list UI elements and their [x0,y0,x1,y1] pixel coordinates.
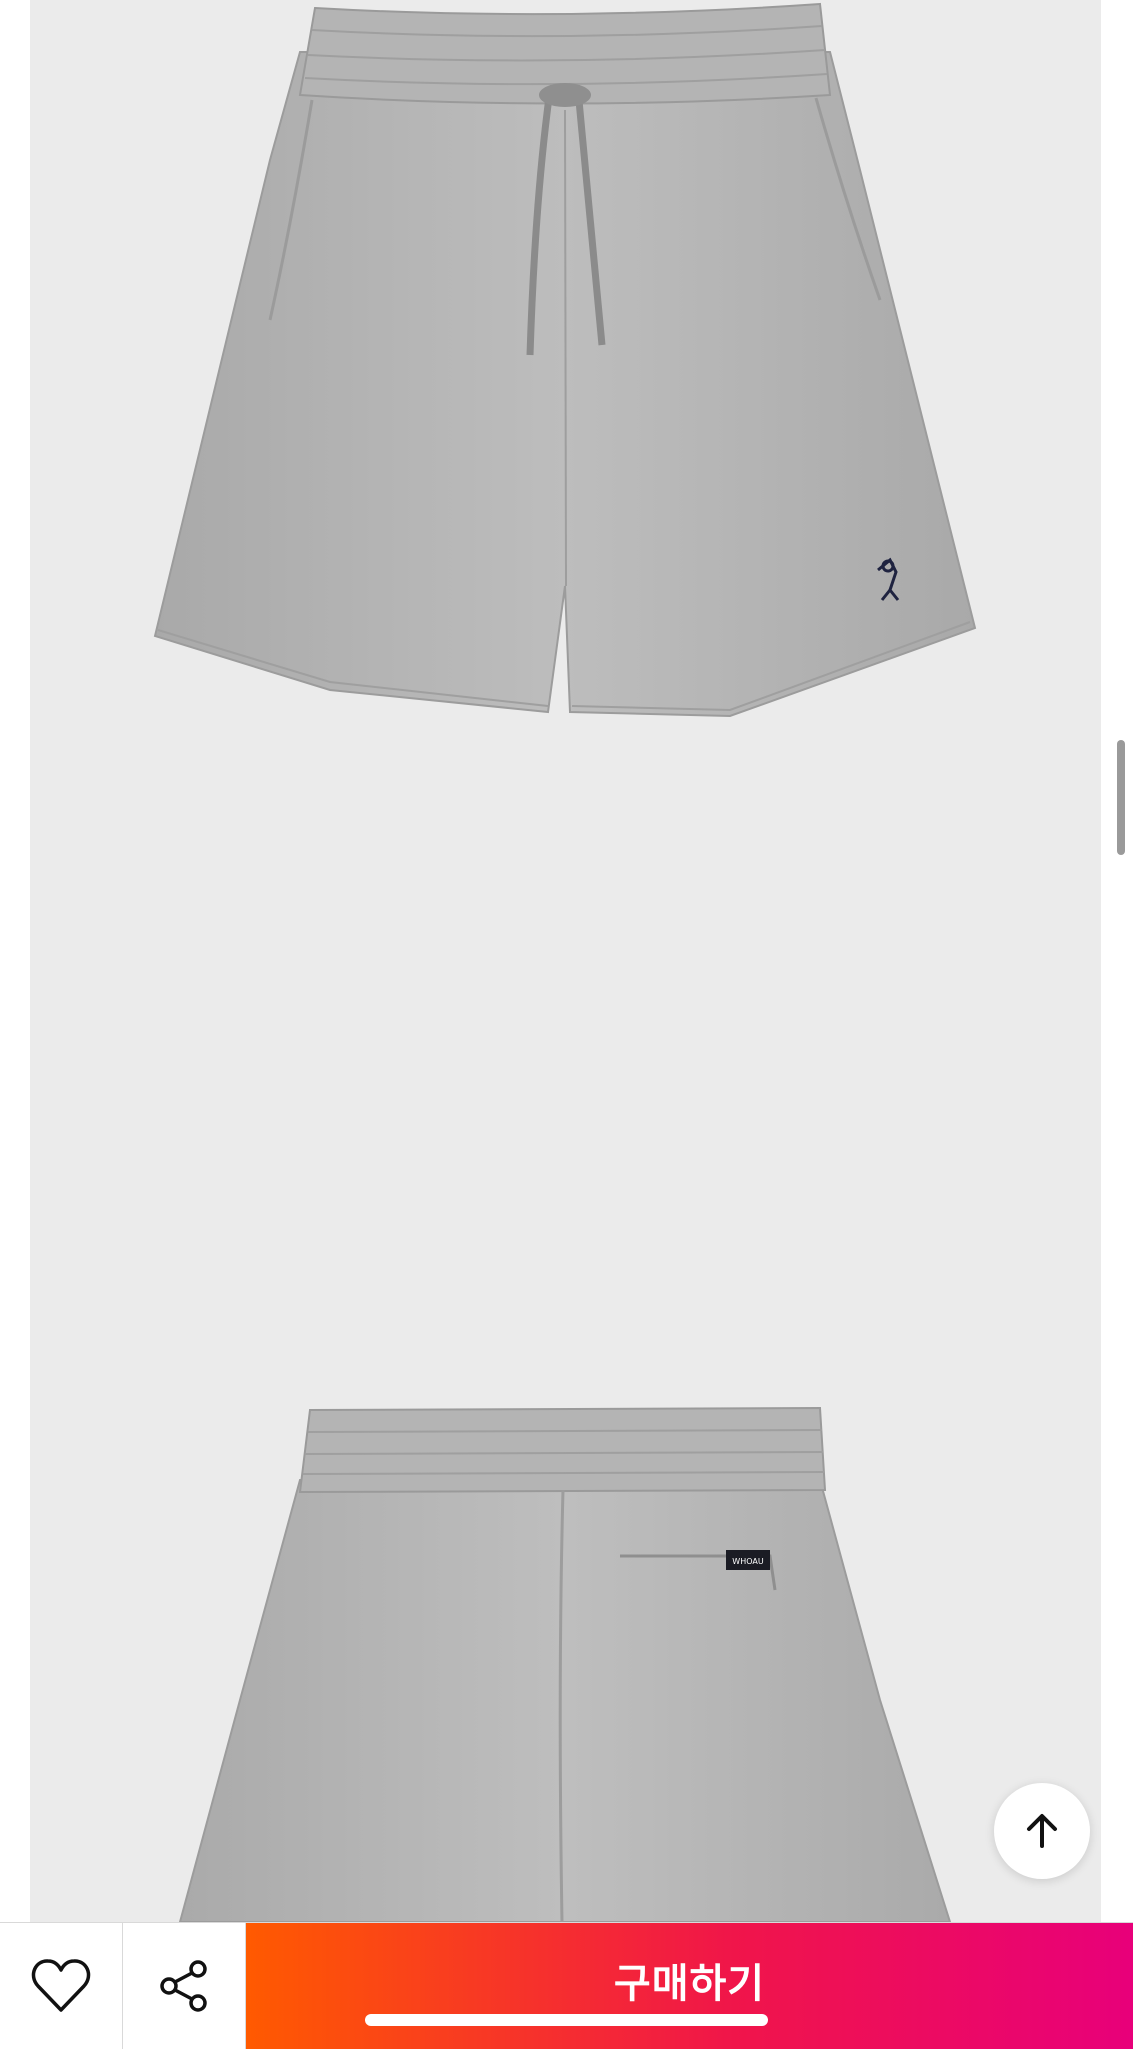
product-image-front [30,0,1101,760]
home-indicator [365,2014,768,2026]
scroll-to-top-button[interactable] [994,1783,1090,1879]
like-button[interactable] [0,1923,123,2049]
brand-tag-text: WHOAU [732,1557,764,1566]
shorts-back-illustration: WHOAU [178,1406,952,1922]
arrow-up-icon [1027,1814,1057,1848]
bottom-action-bar: 구매하기 [0,1922,1133,2049]
page-scrollbar[interactable] [1117,740,1125,855]
shorts-front-illustration [153,2,977,718]
heart-icon [31,1959,91,2012]
product-detail-images: WHOAU [30,0,1101,1922]
brand-tag: WHOAU [726,1550,770,1570]
buy-button-label: 구매하기 [613,1961,766,2007]
product-image-back: WHOAU [30,1380,1101,1922]
buy-button[interactable]: 구매하기 [246,1923,1133,2049]
share-button[interactable] [123,1923,246,2049]
share-icon [160,1960,207,2012]
